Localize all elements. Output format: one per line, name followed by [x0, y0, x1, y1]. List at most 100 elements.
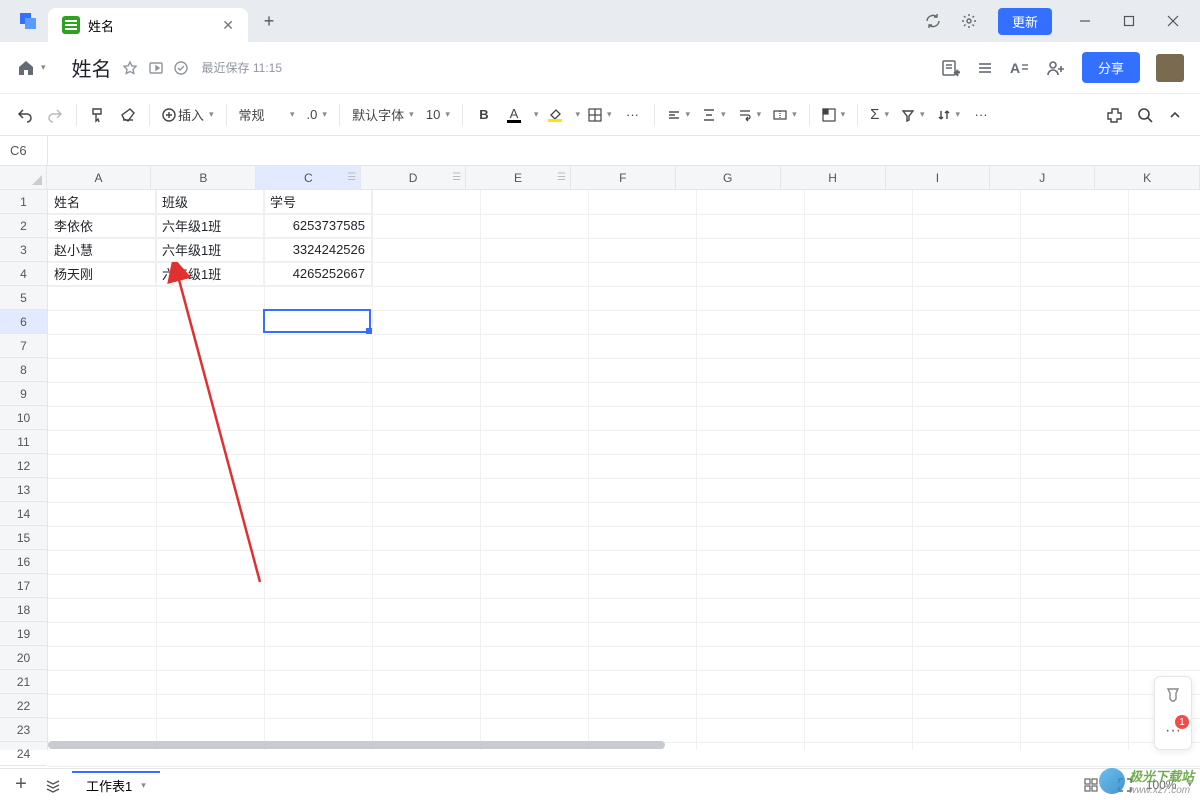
row-header-23[interactable]: 23: [0, 718, 47, 742]
format-painter-button[interactable]: [85, 101, 111, 129]
col-header-F[interactable]: F: [571, 166, 676, 189]
font-style-icon[interactable]: A: [1010, 59, 1030, 77]
home-button[interactable]: ▾: [16, 58, 46, 78]
theme-icon[interactable]: [1155, 677, 1191, 713]
minimize-button[interactable]: [1066, 6, 1104, 36]
row-header-17[interactable]: 17: [0, 574, 47, 598]
col-header-J[interactable]: J: [990, 166, 1095, 189]
list-icon[interactable]: [976, 59, 994, 77]
number-format-select[interactable]: 常规▾: [235, 101, 299, 129]
more-float-icon[interactable]: ···1: [1155, 713, 1191, 749]
cell-A2[interactable]: 李依依: [48, 214, 156, 238]
cell-B3[interactable]: 六年级1班: [156, 238, 264, 262]
font-select[interactable]: 默认字体▾: [348, 101, 418, 129]
col-header-A[interactable]: A: [47, 166, 152, 189]
sync-icon[interactable]: [918, 6, 948, 36]
more-tools-button[interactable]: ···: [968, 101, 994, 129]
select-all-corner[interactable]: [0, 166, 47, 189]
row-header-13[interactable]: 13: [0, 478, 47, 502]
font-size-select[interactable]: 10▾: [422, 101, 454, 129]
sheet-tab[interactable]: 工作表1▾: [72, 771, 160, 799]
clear-format-button[interactable]: [115, 101, 141, 129]
cell-B2[interactable]: 六年级1班: [156, 214, 264, 238]
cell-C1[interactable]: 学号: [264, 190, 372, 214]
cell-B4[interactable]: 六年级1班: [156, 262, 264, 286]
user-avatar[interactable]: [1156, 54, 1184, 82]
row-header-14[interactable]: 14: [0, 502, 47, 526]
merge-button[interactable]: ▾: [769, 101, 801, 129]
cell-A3[interactable]: 赵小慧: [48, 238, 156, 262]
col-header-H[interactable]: H: [781, 166, 886, 189]
row-header-7[interactable]: 7: [0, 334, 47, 358]
cell-C2[interactable]: 6253737585: [264, 214, 372, 238]
cell-A1[interactable]: 姓名: [48, 190, 156, 214]
add-sheet-button[interactable]: +: [8, 772, 34, 798]
col-header-I[interactable]: I: [886, 166, 991, 189]
horizontal-scrollbar[interactable]: [48, 740, 1170, 750]
row-header-16[interactable]: 16: [0, 550, 47, 574]
cell-A4[interactable]: 杨天刚: [48, 262, 156, 286]
document-tab[interactable]: 姓名 ✕: [48, 8, 248, 42]
row-header-11[interactable]: 11: [0, 430, 47, 454]
row-header-6[interactable]: 6: [0, 310, 47, 334]
insert-button[interactable]: 插入▾: [158, 101, 218, 129]
col-header-D[interactable]: D☰: [361, 166, 466, 189]
sum-button[interactable]: Σ▾: [866, 101, 893, 129]
more-format-button[interactable]: ···: [620, 101, 646, 129]
col-header-K[interactable]: K: [1095, 166, 1200, 189]
row-header-15[interactable]: 15: [0, 526, 47, 550]
row-header-18[interactable]: 18: [0, 598, 47, 622]
freeze-button[interactable]: ▾: [818, 101, 850, 129]
update-button[interactable]: 更新: [998, 8, 1052, 35]
spreadsheet-grid[interactable]: ABC☰D☰E☰FGHIJK 1234567891011121314151617…: [0, 166, 1200, 774]
col-header-B[interactable]: B: [151, 166, 256, 189]
row-header-19[interactable]: 19: [0, 622, 47, 646]
collapse-toolbar-icon[interactable]: [1162, 101, 1188, 129]
sheet-list-button[interactable]: [40, 772, 66, 798]
align-v-button[interactable]: ▾: [698, 101, 730, 129]
col-header-G[interactable]: G: [676, 166, 781, 189]
filter-button[interactable]: ▾: [897, 101, 929, 129]
cell-C4[interactable]: 4265252667: [264, 262, 372, 286]
undo-button[interactable]: [12, 101, 38, 129]
cell-reference[interactable]: C6: [0, 136, 48, 165]
row-header-1[interactable]: 1: [0, 190, 47, 214]
fill-color-button[interactable]: [542, 101, 568, 129]
decimal-button[interactable]: .0▾: [303, 101, 331, 129]
col-header-E[interactable]: E☰: [466, 166, 571, 189]
row-header-24[interactable]: 24: [0, 742, 47, 766]
settings-icon[interactable]: [954, 6, 984, 36]
new-tab-button[interactable]: +: [254, 6, 284, 36]
redo-button[interactable]: [42, 101, 68, 129]
add-user-icon[interactable]: [1046, 59, 1066, 77]
search-icon[interactable]: [1132, 101, 1158, 129]
external-icon[interactable]: [148, 60, 164, 76]
sort-button[interactable]: ▾: [933, 101, 965, 129]
wrap-button[interactable]: ▾: [734, 101, 766, 129]
formula-input[interactable]: [48, 143, 1200, 158]
share-button[interactable]: 分享: [1082, 52, 1140, 83]
text-color-button[interactable]: A: [501, 101, 527, 129]
edit-doc-icon[interactable]: +: [940, 58, 960, 78]
cell-C3[interactable]: 3324242526: [264, 238, 372, 262]
row-header-21[interactable]: 21: [0, 670, 47, 694]
bold-button[interactable]: B: [471, 101, 497, 129]
row-header-12[interactable]: 12: [0, 454, 47, 478]
row-header-9[interactable]: 9: [0, 382, 47, 406]
borders-button[interactable]: ▾: [584, 101, 616, 129]
row-header-20[interactable]: 20: [0, 646, 47, 670]
close-tab-icon[interactable]: ✕: [222, 17, 234, 34]
cell-B1[interactable]: 班级: [156, 190, 264, 214]
row-header-10[interactable]: 10: [0, 406, 47, 430]
row-header-5[interactable]: 5: [0, 286, 47, 310]
align-h-button[interactable]: ▾: [663, 101, 695, 129]
row-header-22[interactable]: 22: [0, 694, 47, 718]
star-icon[interactable]: [122, 60, 138, 76]
close-window-button[interactable]: [1154, 6, 1192, 36]
row-header-4[interactable]: 4: [0, 262, 47, 286]
col-header-C[interactable]: C☰: [256, 166, 361, 189]
row-header-8[interactable]: 8: [0, 358, 47, 382]
row-header-2[interactable]: 2: [0, 214, 47, 238]
row-header-3[interactable]: 3: [0, 238, 47, 262]
maximize-button[interactable]: [1110, 6, 1148, 36]
